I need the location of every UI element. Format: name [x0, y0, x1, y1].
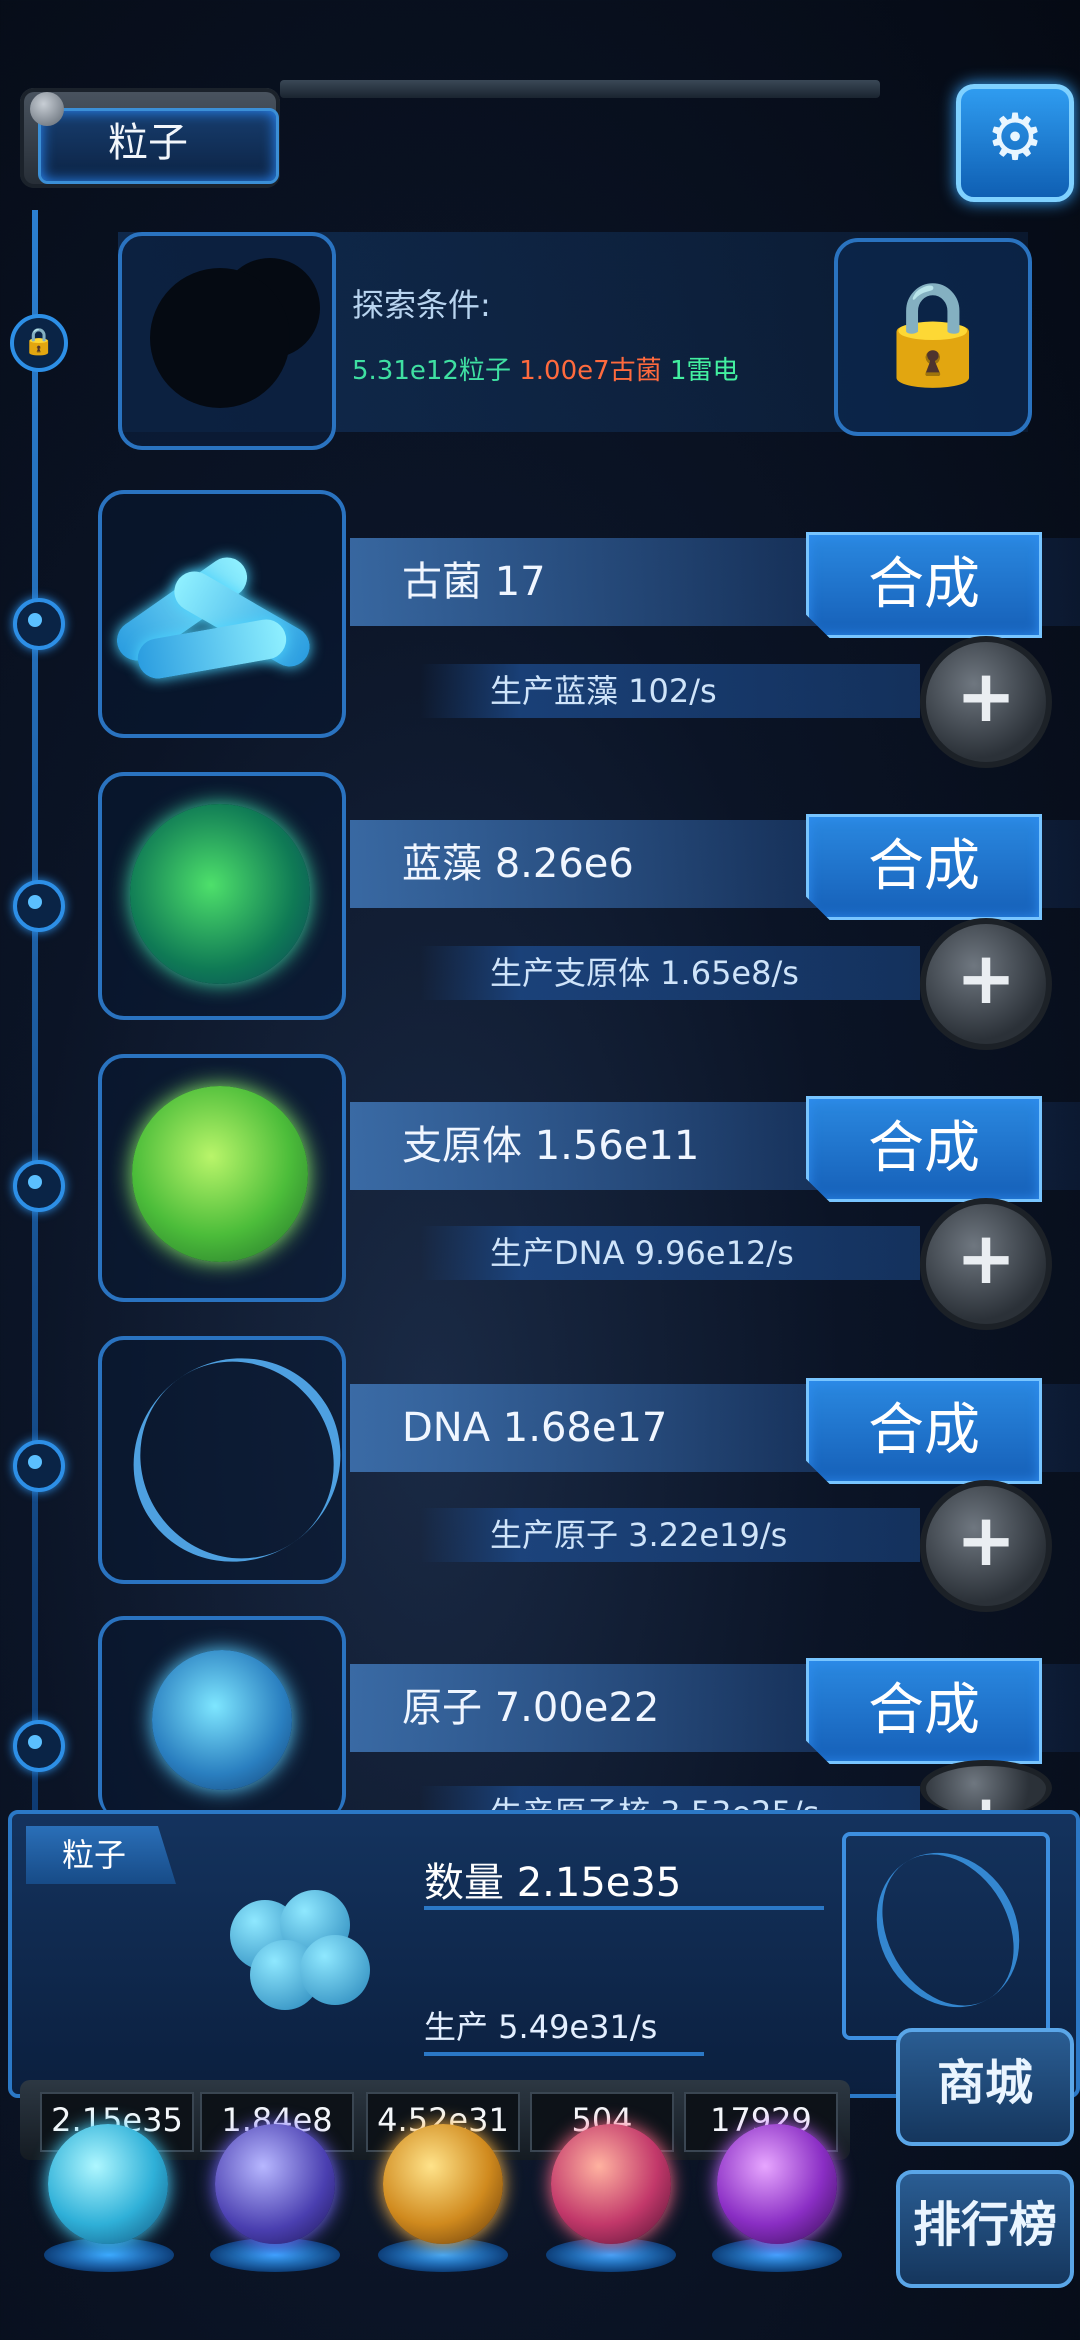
- gear-icon: ⚙: [986, 101, 1044, 175]
- rail-node: [13, 1720, 65, 1772]
- upgrade-button[interactable]: +: [920, 1760, 1052, 1816]
- plus-icon: +: [926, 1766, 1046, 1816]
- upgrade-button[interactable]: +: [920, 636, 1052, 768]
- item-icon-frame: [93, 1317, 381, 1603]
- mycoplasma-icon: [132, 1086, 308, 1262]
- synthesize-button[interactable]: 合成: [806, 1378, 1042, 1484]
- rail-node: [13, 1160, 65, 1212]
- locked-item-silhouette: [150, 268, 290, 408]
- settings-button[interactable]: ⚙: [956, 84, 1074, 202]
- condition-thunder: 1雷电: [669, 356, 739, 386]
- item-icon-frame: [98, 772, 346, 1020]
- synthesize-button[interactable]: 合成: [806, 532, 1042, 638]
- page-title: 粒子: [108, 120, 188, 166]
- plus-icon: +: [955, 1216, 1017, 1300]
- item-icon-frame: [98, 490, 346, 738]
- divider: [424, 2052, 704, 2056]
- vortex-orb-button[interactable]: [717, 2124, 837, 2244]
- unlock-button[interactable]: 🔒: [834, 238, 1032, 436]
- item-icon-frame: [98, 1616, 346, 1820]
- condition-particles: 5.31e12粒子: [352, 356, 511, 386]
- particle-count: 数量 2.15e35: [424, 1860, 682, 1906]
- condition-archaea: 1.00e7古菌: [519, 356, 662, 386]
- particle-cluster-icon: [210, 1880, 390, 2020]
- cyanobacteria-icon: [130, 804, 310, 984]
- item-production: 生产原子核 3.53e25/s: [490, 1786, 819, 1810]
- synthesize-button[interactable]: 合成: [806, 1658, 1042, 1764]
- padlock-icon: 🔒: [870, 274, 996, 391]
- panel-tag: 粒子: [26, 1826, 176, 1884]
- energy-orb-button[interactable]: [383, 2124, 503, 2244]
- atom-icon: [152, 1650, 292, 1790]
- rail-node: [13, 598, 65, 650]
- item-name: 蓝藻 8.26e6: [402, 841, 634, 887]
- particle-production: 生产 5.49e31/s: [424, 2008, 658, 2046]
- synthesize-button[interactable]: 合成: [806, 814, 1042, 920]
- item-icon-frame: [98, 1054, 346, 1302]
- progress-rail: [32, 210, 38, 1810]
- screw-icon: [30, 92, 64, 126]
- item-production: 生产蓝藻 102/s: [490, 672, 717, 710]
- brain-orb-button[interactable]: [551, 2124, 671, 2244]
- upgrade-button[interactable]: +: [920, 1480, 1052, 1612]
- shop-button[interactable]: 商城: [896, 2028, 1074, 2146]
- rail-node: [13, 1440, 65, 1492]
- lock-icon: 🔒: [10, 314, 68, 372]
- plus-icon: +: [955, 936, 1017, 1020]
- synthesize-button[interactable]: 合成: [806, 1096, 1042, 1202]
- explore-title: 探索条件:: [352, 286, 491, 324]
- particle-orb-button[interactable]: [48, 2124, 168, 2244]
- item-name: 支原体 1.56e11: [402, 1123, 700, 1169]
- explore-conditions: 5.31e12粒子 1.00e7古菌 1雷电: [352, 350, 739, 387]
- item-name: DNA 1.68e17: [402, 1405, 668, 1451]
- plus-icon: +: [955, 654, 1017, 738]
- plus-icon: +: [955, 1498, 1017, 1582]
- item-production: 生产原子 3.22e19/s: [490, 1516, 788, 1554]
- item-production: 生产DNA 9.96e12/s: [490, 1234, 794, 1272]
- thunder-orb-button[interactable]: [215, 2124, 335, 2244]
- header-frame: [280, 80, 880, 98]
- leaderboard-button[interactable]: 排行榜: [896, 2170, 1074, 2288]
- rail-node: [13, 880, 65, 932]
- upgrade-button[interactable]: +: [920, 1198, 1052, 1330]
- item-name: 原子 7.00e22: [402, 1685, 660, 1731]
- item-production: 生产支原体 1.65e8/s: [490, 954, 799, 992]
- divider: [424, 1906, 824, 1910]
- dna-icon: [93, 1317, 381, 1603]
- item-name: 古菌 17: [402, 559, 546, 605]
- upgrade-button[interactable]: +: [920, 918, 1052, 1050]
